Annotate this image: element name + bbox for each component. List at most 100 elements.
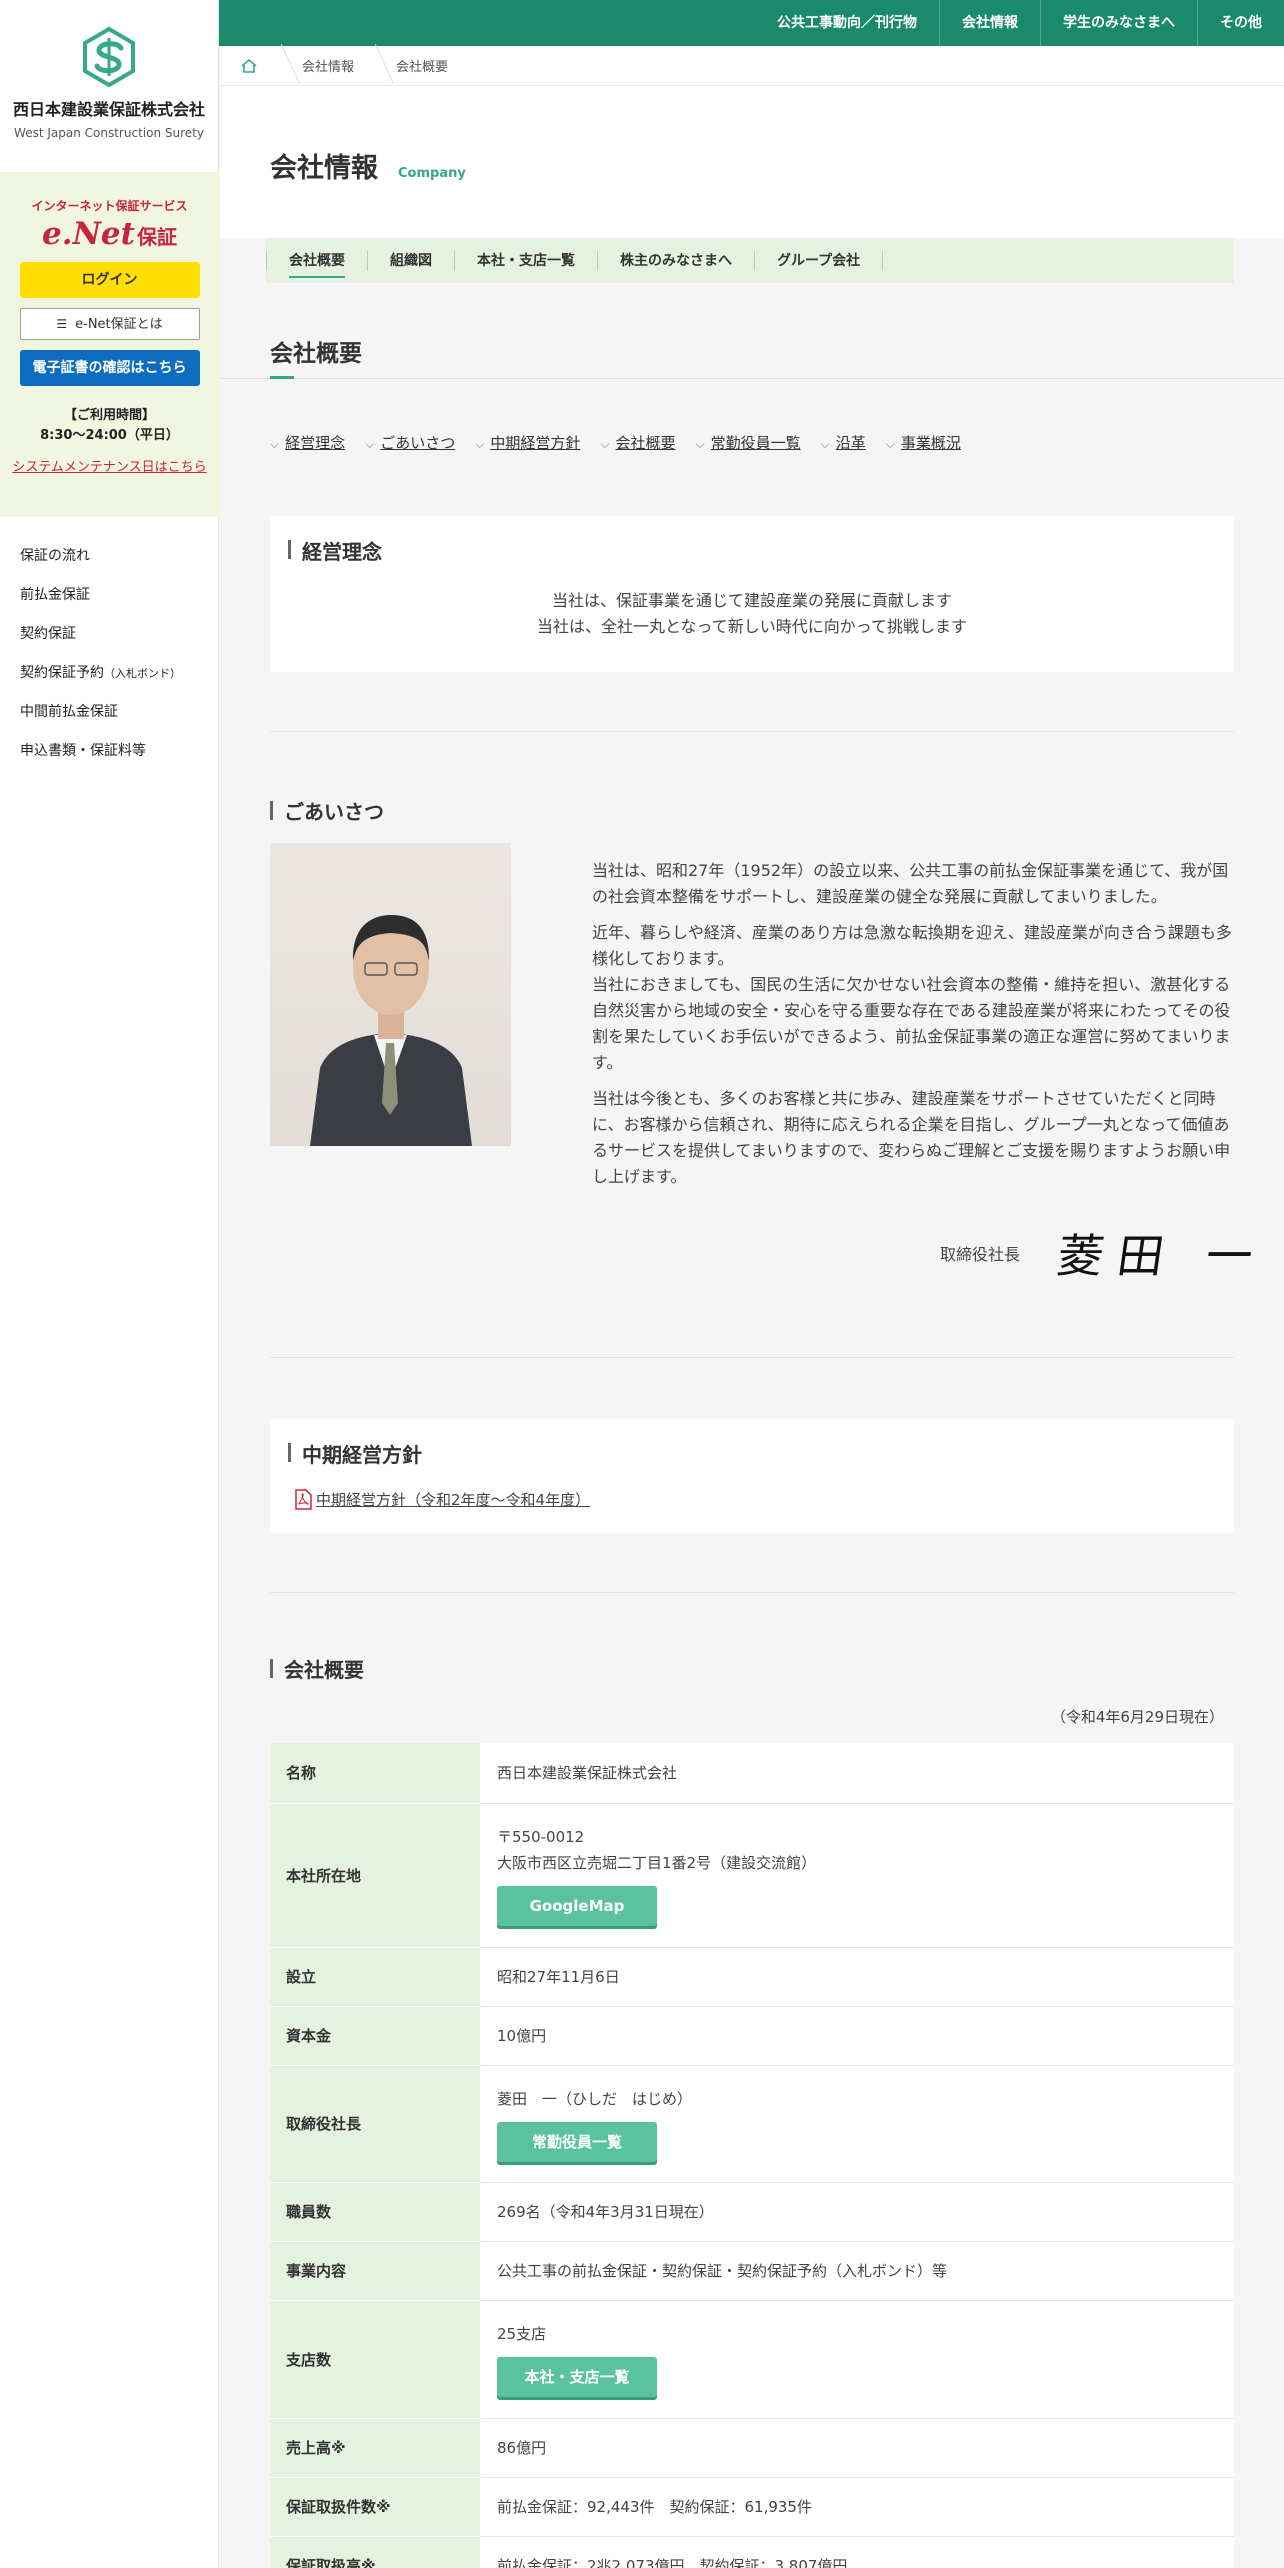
- global-nav-item[interactable]: 学生のみなさまへ: [1040, 0, 1197, 46]
- side-nav-label: 中間前払金保証: [20, 704, 118, 720]
- side-nav-suffix: （入札ボンド）: [104, 667, 181, 680]
- executives-list-button[interactable]: 常勤役員一覧: [497, 2121, 657, 2162]
- table-row: 支店数 25支店 本社・支店一覧: [270, 2300, 1234, 2419]
- anchor-link-label: 沿革: [835, 434, 866, 452]
- maintenance-link[interactable]: システムメンテナンス日はこちら: [0, 456, 219, 475]
- anchor-link[interactable]: ⌵ 事業概況: [886, 432, 961, 453]
- certificate-check-button[interactable]: 電子証書の確認はこちら: [19, 350, 200, 386]
- anchor-link-label: ごあいさつ: [380, 434, 456, 452]
- divider: [270, 731, 1234, 732]
- side-nav-item[interactable]: 中間前払金保証: [20, 701, 181, 740]
- anchor-link[interactable]: ⌵ 中期経営方針: [475, 432, 580, 453]
- side-nav: 保証の流れ 前払金保証 契約保証 契約保証予約（入札ボンド） 中間前払金保証 申…: [20, 545, 181, 779]
- side-nav-item[interactable]: 契約保証予約（入札ボンド）: [20, 662, 181, 701]
- side-nav-label: 前払金保証: [20, 587, 90, 603]
- sub-nav-item[interactable]: 株主のみなさまへ: [598, 250, 755, 271]
- table-value: 〒550-0012 大阪市西区立売堀二丁目1番2号（建設交流館） GoogleM…: [480, 1803, 1234, 1948]
- philosophy-section: 経営理念 当社は、保証事業を通じて建設産業の発展に貢献します 当社は、全社一丸と…: [270, 516, 1234, 672]
- chevron-down-icon: ⌵: [270, 437, 280, 451]
- breadcrumb-current: 会社概要: [372, 56, 466, 75]
- table-value: 前払金保証：92,443件 契約保証：61,935件: [480, 2477, 1234, 2537]
- anchor-link[interactable]: ⌵ 経営理念: [270, 432, 345, 453]
- global-nav-item[interactable]: 会社情報: [939, 0, 1040, 46]
- table-value-text: 269名（令和4年3月31日現在）: [497, 2202, 714, 2221]
- side-nav-label: 申込書類・保証料等: [20, 743, 146, 759]
- table-value-text: 昭和27年11月6日: [497, 1967, 620, 1986]
- company-overview-table: 名称 西日本建設業保証株式会社 本社所在地 〒550-0012 大阪市西区立売堀…: [270, 1743, 1234, 2568]
- global-header: 公共工事動向／刊行物 会社情報 学生のみなさまへ その他: [219, 0, 1284, 46]
- service-hours-value: 8:30～24:00（平日）: [40, 428, 179, 443]
- side-nav-item[interactable]: 契約保証: [20, 623, 181, 662]
- table-row: 本社所在地 〒550-0012 大阪市西区立売堀二丁目1番2号（建設交流館） G…: [270, 1803, 1234, 1948]
- chevron-down-icon: ⌵: [600, 437, 610, 451]
- signer-title: 取締役社長: [940, 1245, 1021, 1264]
- chevron-down-icon: ⌵: [365, 437, 375, 451]
- pdf-link-label: 中期経営方針（令和2年度～令和4年度）: [316, 1491, 591, 1509]
- anchor-link[interactable]: ⌵ 常勤役員一覧: [696, 432, 801, 453]
- table-label: 支店数: [270, 2300, 480, 2419]
- table-label: 本社所在地: [270, 1803, 480, 1948]
- signature: 菱田 一: [1053, 1229, 1271, 1283]
- greeting-paragraph: 近年、暮らしや経済、産業のあり方は急激な転換期を迎え、建設産業が向き合う課題も多…: [592, 923, 1232, 968]
- philosophy-line: 当社は、全社一丸となって新しい時代に向かって挑戦します: [537, 617, 967, 636]
- company-name: 西日本建設業保証株式会社: [12, 100, 205, 119]
- side-nav-item[interactable]: 前払金保証: [20, 584, 181, 623]
- president-signature-row: 取締役社長 菱田 一: [940, 1220, 1270, 1286]
- sub-nav-item[interactable]: 本社・支店一覧: [455, 250, 598, 271]
- table-row: 保証取扱高※ 前払金保証：2兆2,073億円 契約保証：3,807億円: [270, 2536, 1234, 2568]
- login-button[interactable]: ログイン: [19, 262, 200, 298]
- mid-term-plan-section: 中期経営方針 中期経営方針（令和2年度～令和4年度）: [270, 1419, 1234, 1533]
- table-value: 公共工事の前払金保証・契約保証・契約保証予約（入札ボンド）等: [480, 2241, 1234, 2301]
- about-enet-button[interactable]: ☰ e-Net保証とは: [19, 308, 200, 340]
- anchor-link-label: 経営理念: [285, 434, 346, 452]
- sub-nav-item[interactable]: 組織図: [368, 250, 455, 271]
- postal-code: 〒550-0012: [497, 1828, 585, 1846]
- table-label: 事業内容: [270, 2241, 480, 2301]
- table-value-text: 25支店: [497, 2325, 547, 2343]
- table-row: 保証取扱件数※ 前払金保証：92,443件 契約保証：61,935件: [270, 2477, 1234, 2537]
- section-title: 会社概要: [270, 341, 362, 367]
- sub-nav-item[interactable]: 会社概要: [266, 250, 368, 278]
- anchor-link[interactable]: ⌵ 会社概要: [600, 432, 675, 453]
- table-value: 269名（令和4年3月31日現在）: [480, 2182, 1234, 2242]
- table-label: 売上高※: [270, 2418, 480, 2478]
- side-nav-label: 契約保証予約: [20, 665, 104, 681]
- google-map-button[interactable]: GoogleMap: [497, 1886, 657, 1926]
- overview-heading: 会社概要: [270, 1654, 364, 1683]
- table-value-text: 10億円: [497, 2026, 547, 2045]
- global-nav-item[interactable]: その他: [1197, 0, 1284, 46]
- page-title-row: 会社情報 Company: [270, 146, 466, 185]
- section-title-underline: [270, 376, 294, 379]
- philosophy-line: 当社は、保証事業を通じて建設産業の発展に貢献します: [551, 591, 952, 610]
- table-value: 25支店 本社・支店一覧: [480, 2300, 1234, 2419]
- chevron-down-icon: ⌵: [475, 437, 485, 451]
- side-nav-label: 契約保証: [20, 626, 76, 642]
- divider: [270, 1592, 1234, 1593]
- home-icon[interactable]: [220, 46, 278, 86]
- branch-list-button[interactable]: 本社・支店一覧: [497, 2357, 657, 2397]
- president-photo: [270, 843, 511, 1146]
- anchor-link[interactable]: ⌵ ごあいさつ: [365, 432, 455, 453]
- enet-logo: e.Net 保証: [0, 216, 219, 252]
- about-enet-label: e-Net保証とは: [75, 317, 163, 332]
- philosophy-text: 当社は、保証事業を通じて建設産業の発展に貢献します 当社は、全社一丸となって新し…: [270, 588, 1234, 640]
- side-nav-item[interactable]: 申込書類・保証料等: [20, 740, 181, 779]
- anchor-link[interactable]: ⌵ 沿革: [821, 432, 866, 453]
- anchor-link-label: 中期経営方針: [490, 434, 581, 452]
- side-nav-label: 保証の流れ: [20, 548, 90, 564]
- mid-term-plan-pdf-link[interactable]: 中期経営方針（令和2年度～令和4年度）: [294, 1489, 590, 1510]
- anchor-link-label: 会社概要: [615, 434, 676, 452]
- anchor-links: ⌵ 経営理念 ⌵ ごあいさつ ⌵ 中期経営方針 ⌵ 会社概要 ⌵ 常勤役員一覧 ⌵ 沿革 ⌵…: [270, 432, 981, 453]
- anchor-link-label: 常勤役員一覧: [710, 434, 801, 452]
- page-title: 会社情報: [270, 153, 378, 184]
- page-header: 会社情報 会社概要 会社情報 Company: [220, 46, 1284, 238]
- enet-logo-en: e.Net: [42, 216, 135, 252]
- sub-nav-item[interactable]: グループ会社: [755, 250, 884, 271]
- page-title-en: Company: [398, 166, 466, 181]
- global-nav-item[interactable]: 公共工事動向／刊行物: [755, 0, 939, 46]
- side-nav-item[interactable]: 保証の流れ: [20, 545, 181, 584]
- company-logo-link[interactable]: 西日本建設業保証株式会社 West Japan Construction Sur…: [0, 0, 218, 172]
- breadcrumb-item[interactable]: 会社情報: [278, 56, 372, 75]
- table-label: 保証取扱高※: [270, 2536, 480, 2568]
- table-label: 職員数: [270, 2182, 480, 2242]
